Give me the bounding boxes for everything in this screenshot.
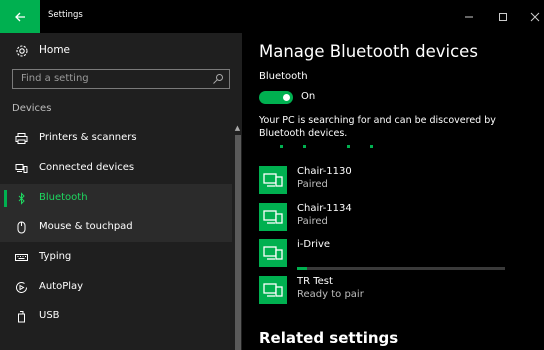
device-name: i-Drive (297, 239, 331, 250)
device-name: Chair-1134 (297, 203, 352, 214)
sidebar-item-printers[interactable]: Printers & scanners (0, 124, 232, 153)
sidebar-item-label: Typing (39, 251, 72, 262)
selection-indicator (4, 190, 7, 207)
sidebar-scrollbar[interactable]: ▲ (233, 121, 242, 350)
sidebar-item-label: Printers & scanners (39, 132, 137, 143)
progress-dot (303, 145, 306, 148)
bluetooth-icon (18, 192, 25, 205)
page-title: Manage Bluetooth devices (259, 42, 478, 61)
bluetooth-toggle[interactable] (259, 91, 293, 104)
scrollbar-thumb[interactable] (235, 135, 241, 350)
back-arrow-icon (15, 12, 25, 21)
toggle-state-label: On (301, 91, 316, 102)
connected-devices-icon (15, 164, 28, 173)
device-item-chair-1134[interactable]: Chair-1134 Paired (259, 202, 529, 234)
device-name: TR Test (297, 276, 333, 287)
related-settings-heading: Related settings (259, 329, 399, 347)
sidebar-item-label: Mouse & touchpad (39, 221, 133, 232)
scroll-up-icon[interactable]: ▲ (233, 123, 242, 132)
title-bar: Settings (0, 0, 544, 33)
minimize-button[interactable] (452, 0, 486, 33)
close-button[interactable] (518, 0, 544, 33)
close-icon (530, 12, 540, 21)
device-item-chair-1130[interactable]: Chair-1130 Paired (259, 165, 529, 197)
search-placeholder: Find a setting (21, 73, 89, 84)
sidebar-item-mouse[interactable]: Mouse & touchpad (0, 213, 232, 242)
progress-dot (370, 145, 373, 148)
device-pair-icon (259, 276, 287, 304)
pairing-progress-bar (297, 267, 505, 270)
sidebar-item-bluetooth[interactable]: Bluetooth (0, 184, 232, 213)
pairing-progress-fill (297, 267, 308, 270)
mouse-icon (17, 221, 26, 234)
device-item-i-drive[interactable]: i-Drive (259, 238, 529, 270)
printer-icon (15, 133, 28, 144)
searching-progress-dots (280, 145, 390, 149)
sidebar-item-connected-devices[interactable]: Connected devices (0, 154, 232, 183)
sidebar-item-label: USB (39, 310, 60, 321)
progress-dot (280, 145, 283, 148)
maximize-button[interactable] (486, 0, 520, 33)
device-pair-icon (259, 239, 287, 267)
keyboard-icon (15, 254, 28, 261)
device-status: Paired (297, 216, 328, 227)
back-button[interactable] (0, 0, 40, 33)
search-icon (213, 74, 223, 84)
main-content: Manage Bluetooth devices Bluetooth On Yo… (242, 33, 544, 350)
bluetooth-label: Bluetooth (259, 71, 308, 82)
sidebar-item-label: Connected devices (39, 162, 135, 173)
sidebar-item-label: Bluetooth (39, 192, 88, 203)
device-name: Chair-1130 (297, 166, 352, 177)
gear-icon (16, 45, 28, 57)
searching-status-text: Your PC is searching for and can be disc… (259, 115, 496, 139)
home-nav-item[interactable]: Home (0, 39, 242, 63)
maximize-icon (499, 12, 507, 21)
usb-icon (18, 311, 25, 323)
autoplay-icon (16, 282, 27, 293)
devices-group-header: Devices (12, 103, 52, 114)
device-item-tr-test[interactable]: TR Test Ready to pair (259, 275, 529, 307)
home-label: Home (39, 44, 71, 56)
progress-dot (347, 145, 350, 148)
sidebar-item-label: AutoPlay (39, 281, 84, 292)
sidebar-item-usb[interactable]: USB (0, 302, 232, 331)
device-status: Paired (297, 179, 328, 190)
sidebar-item-typing[interactable]: Typing (0, 243, 232, 272)
sidebar: Home Find a setting Devices Printers & s… (0, 33, 242, 350)
window-title: Settings (48, 10, 83, 20)
device-status: Ready to pair (297, 289, 364, 300)
device-pair-icon (259, 166, 287, 194)
sidebar-item-autoplay[interactable]: AutoPlay (0, 273, 232, 302)
search-input[interactable]: Find a setting (12, 69, 230, 89)
minimize-icon (465, 16, 473, 17)
device-pair-icon (259, 203, 287, 231)
toggle-knob (283, 94, 290, 101)
